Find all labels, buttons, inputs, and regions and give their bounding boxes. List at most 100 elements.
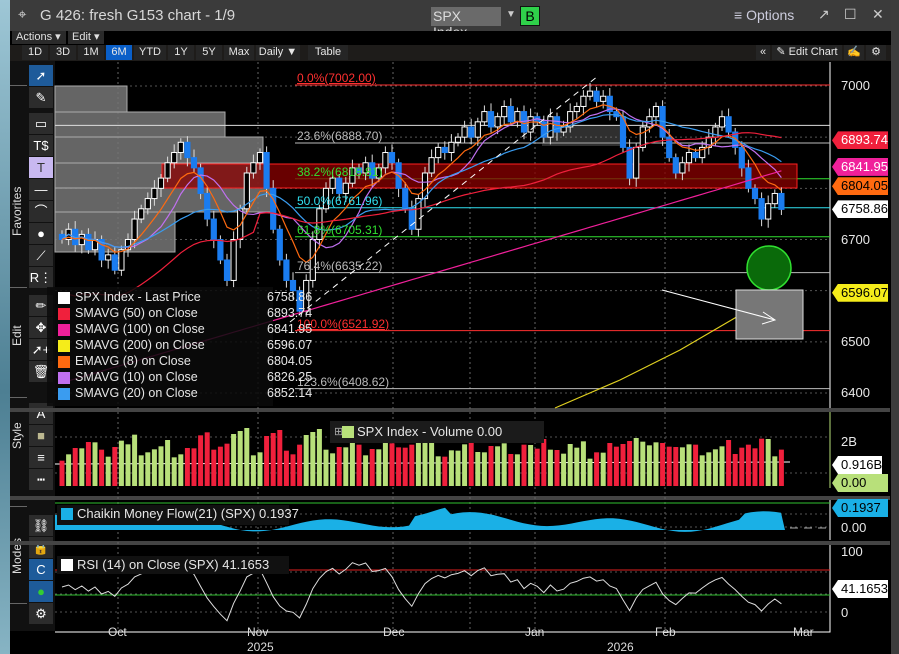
candle-down[interactable]: [217, 239, 224, 261]
candle-down[interactable]: [336, 177, 343, 194]
candle-up[interactable]: [573, 105, 580, 113]
candle-up[interactable]: [514, 111, 521, 123]
candle-down[interactable]: [468, 126, 475, 138]
candle-up[interactable]: [481, 111, 488, 123]
candle-up[interactable]: [171, 152, 178, 164]
candle-up[interactable]: [679, 162, 686, 174]
resistance-zone[interactable]: [161, 163, 798, 189]
candle-up[interactable]: [428, 157, 435, 174]
candle-down[interactable]: [85, 233, 92, 251]
candle-up[interactable]: [547, 116, 554, 138]
candle-down[interactable]: [778, 192, 785, 210]
candle-down[interactable]: [745, 167, 752, 189]
candle-up[interactable]: [382, 152, 389, 169]
volume-bar: [257, 452, 263, 486]
candle-down[interactable]: [263, 152, 270, 189]
circle-annotation[interactable]: [746, 245, 792, 291]
legend-value: 6893.74: [267, 306, 313, 320]
legend-name: SMAVG (50) on Close: [75, 306, 198, 320]
cmf-swatch: [61, 508, 73, 520]
candle-up[interactable]: [164, 162, 171, 179]
candle-up[interactable]: [256, 152, 264, 164]
candle-down[interactable]: [692, 152, 699, 159]
candle-up[interactable]: [474, 121, 481, 138]
volume-bar: [396, 447, 402, 486]
volume-bar: [745, 444, 751, 486]
fib-level-label[interactable]: 61.8%(6705.31): [297, 223, 382, 237]
candle-up[interactable]: [342, 182, 349, 194]
fib-level-label[interactable]: 38.2%(6818.81): [297, 165, 382, 179]
volume-bar: [660, 443, 666, 486]
candle-up[interactable]: [454, 136, 462, 143]
candle-up[interactable]: [765, 203, 772, 220]
candle-up[interactable]: [157, 177, 165, 189]
candle-up[interactable]: [600, 95, 607, 102]
candle-down[interactable]: [507, 105, 514, 123]
candle-down[interactable]: [725, 116, 732, 133]
candle-up[interactable]: [144, 198, 151, 210]
candle-up[interactable]: [461, 126, 468, 138]
panel-divider[interactable]: [10, 496, 890, 500]
candle-down[interactable]: [402, 187, 409, 210]
candle-up[interactable]: [131, 218, 138, 241]
candle-up[interactable]: [230, 239, 237, 281]
candle-down[interactable]: [204, 192, 211, 220]
candle-up[interactable]: [712, 126, 719, 138]
volume-bar: [686, 444, 692, 486]
candle-down[interactable]: [111, 254, 118, 271]
candle-up[interactable]: [718, 116, 726, 128]
box-annotation[interactable]: [735, 289, 804, 340]
candle-up[interactable]: [685, 152, 693, 164]
fib-level-label[interactable]: 23.6%(6888.70): [297, 129, 382, 143]
candle-up[interactable]: [329, 177, 336, 189]
candle-down[interactable]: [758, 198, 765, 220]
fib-level-label[interactable]: 76.4%(6635.22): [297, 259, 382, 273]
candle-up[interactable]: [580, 95, 587, 107]
candle-down[interactable]: [388, 152, 396, 164]
candle-up[interactable]: [501, 105, 508, 118]
candle-up[interactable]: [652, 105, 660, 118]
candle-down[interactable]: [408, 208, 415, 230]
annotation-rectangle[interactable]: [54, 111, 226, 138]
candle-down[interactable]: [672, 157, 679, 174]
candle-down[interactable]: [283, 259, 290, 281]
candle-up[interactable]: [151, 187, 158, 200]
volume-bar: [204, 432, 210, 486]
panel-divider[interactable]: [10, 541, 890, 545]
candle-down[interactable]: [613, 111, 620, 118]
cmf-legend: Chaikin Money Flow(21) (SPX) 0.1937: [57, 505, 299, 525]
candle-down[interactable]: [626, 146, 633, 179]
candle-up[interactable]: [494, 116, 501, 128]
volume-legend-text: SPX Index - Volume 0.00: [357, 424, 503, 439]
candle-down[interactable]: [223, 259, 231, 281]
candle-down[interactable]: [441, 146, 448, 154]
volume-bar: [679, 447, 685, 486]
candle-down[interactable]: [276, 228, 283, 261]
candle-up[interactable]: [177, 141, 184, 154]
candle-up[interactable]: [250, 162, 257, 174]
volume-bar: [475, 452, 481, 486]
fib-level-label[interactable]: 0.0%(7002.00): [297, 71, 376, 85]
candle-up[interactable]: [586, 90, 594, 97]
legend-value: 6804.05: [267, 354, 313, 368]
candle-down[interactable]: [487, 111, 495, 128]
candle-down[interactable]: [210, 218, 217, 241]
candle-down[interactable]: [593, 90, 600, 102]
candle-down[interactable]: [751, 187, 759, 200]
candle-up[interactable]: [78, 233, 85, 246]
candle-up[interactable]: [138, 208, 145, 220]
fib-level-label[interactable]: 50.0%(6761.96): [297, 194, 382, 208]
candle-up[interactable]: [633, 146, 640, 179]
candle-up[interactable]: [105, 254, 112, 261]
annotation-rectangle[interactable]: [54, 85, 128, 113]
candle-up[interactable]: [118, 249, 125, 271]
candle-up[interactable]: [435, 146, 442, 159]
candle-up[interactable]: [771, 192, 778, 205]
annotation-rectangle[interactable]: [54, 136, 264, 164]
candle-up[interactable]: [448, 141, 455, 154]
candle-down[interactable]: [738, 146, 745, 169]
candle-down[interactable]: [184, 141, 191, 159]
panel-divider[interactable]: [10, 408, 890, 412]
candle-down[interactable]: [190, 157, 198, 169]
candle-up[interactable]: [527, 116, 534, 133]
